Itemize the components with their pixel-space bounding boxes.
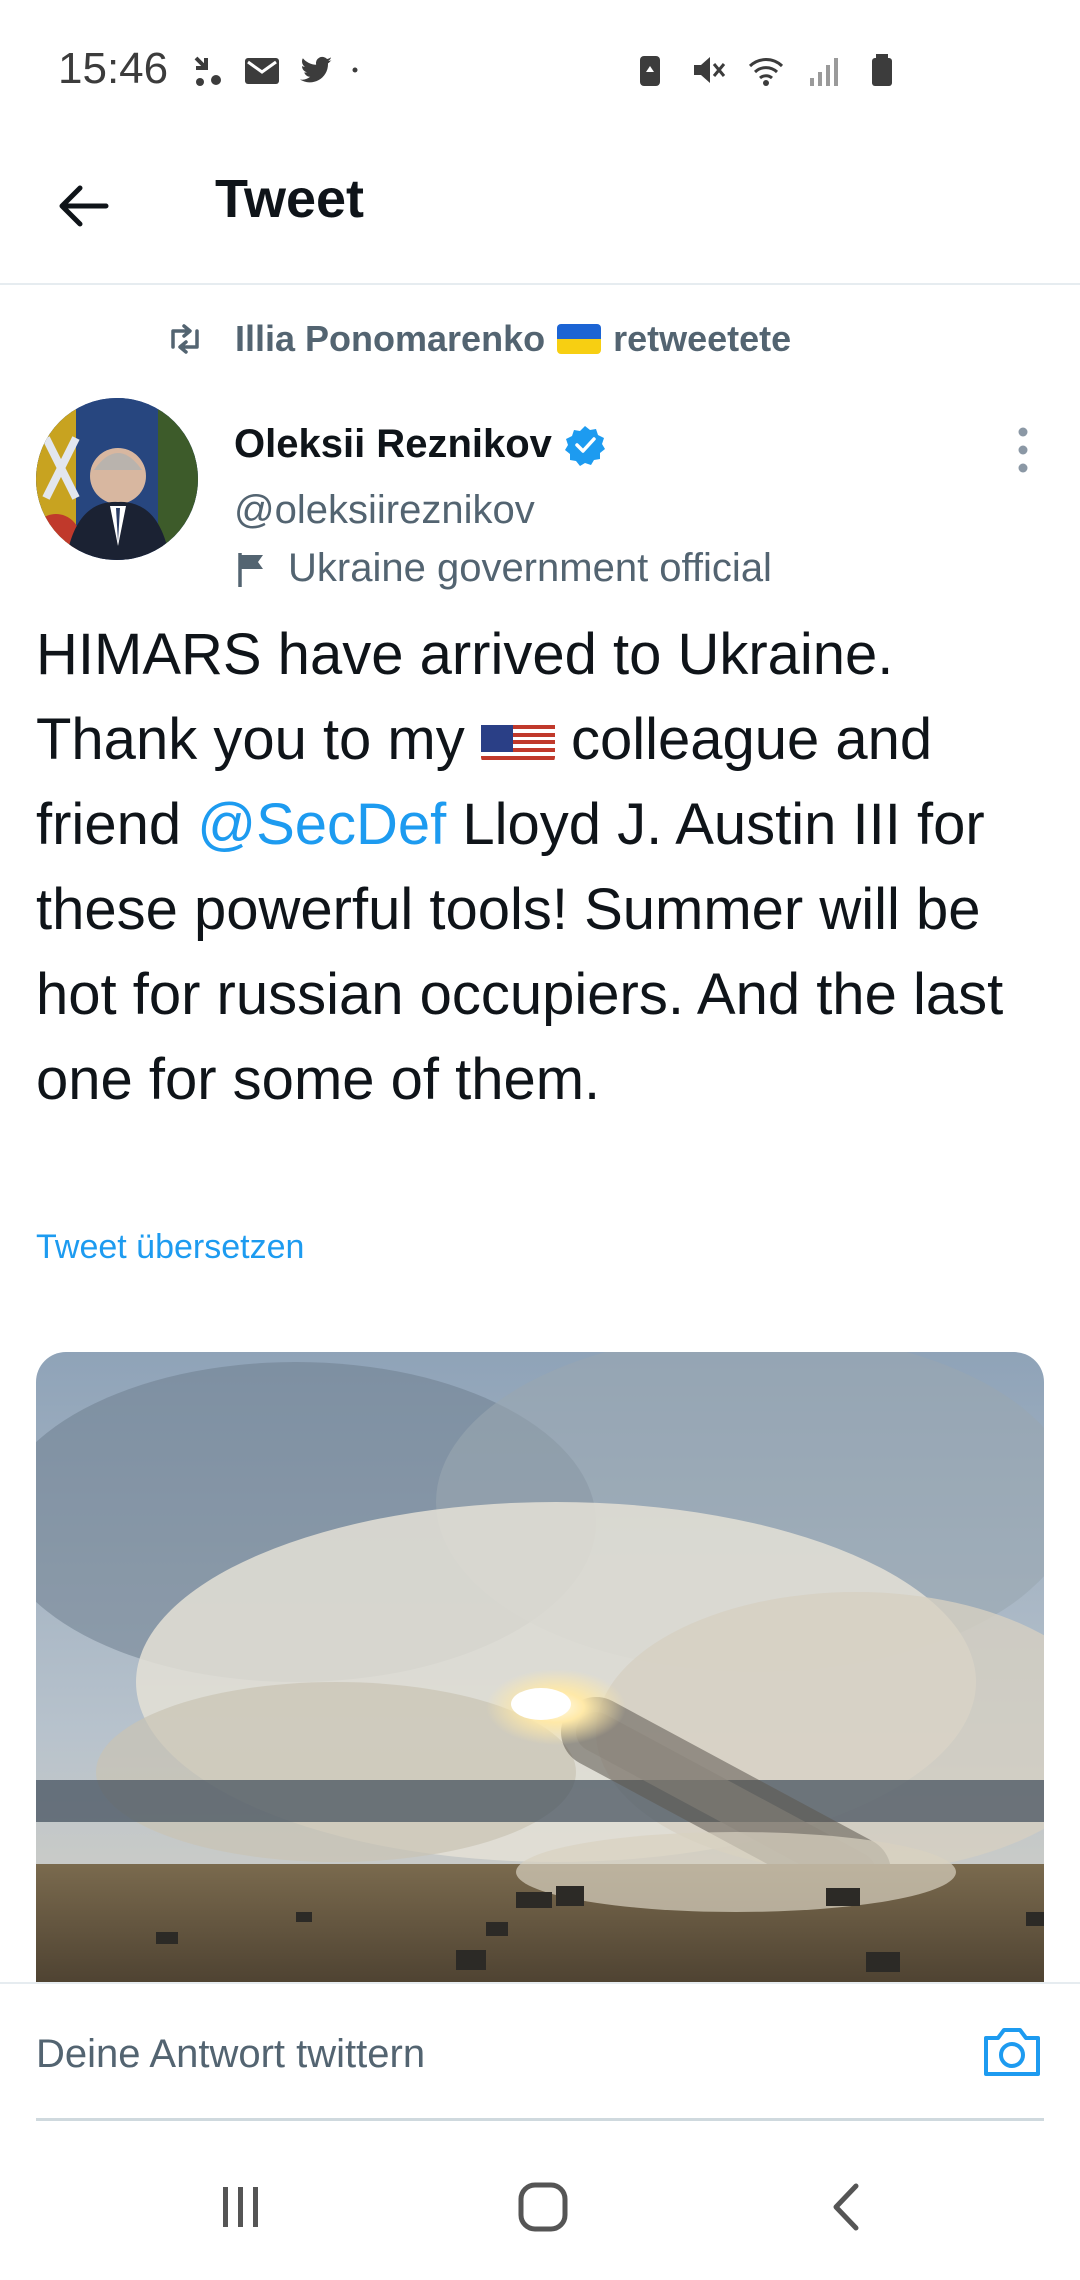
home-icon[interactable]: [508, 2172, 578, 2242]
reply-bar: [0, 1982, 1080, 2122]
flag-icon: [238, 552, 263, 587]
author-name-text: Oleksii Reznikov: [234, 422, 552, 466]
us-flag-icon: [480, 713, 555, 763]
wifi-icon: [748, 58, 784, 86]
avatar[interactable]: [36, 398, 198, 560]
tweet-media-photo[interactable]: [36, 1352, 1044, 1982]
reply-input[interactable]: [36, 2014, 956, 2094]
mail-icon: [245, 58, 279, 84]
ukraine-flag-icon: [557, 324, 602, 354]
recent-apps-icon[interactable]: [206, 2172, 276, 2242]
retweet-icon: [171, 324, 199, 354]
government-label: Ukraine government official: [234, 546, 772, 591]
status-notification-icons: [188, 50, 370, 90]
author-name[interactable]: Oleksii Reznikov: [234, 422, 606, 467]
battery-saver-icon: [640, 56, 660, 86]
more-options-icon[interactable]: [1008, 420, 1038, 480]
mute-icon: [694, 57, 726, 83]
page-title: Tweet: [215, 169, 365, 229]
battery-icon: [872, 54, 892, 86]
system-navigation-bar: [0, 2130, 1080, 2280]
status-time: 15:46: [58, 44, 169, 93]
twitter-bird-icon: [300, 56, 332, 83]
translate-tweet-link[interactable]: Tweet übersetzen: [36, 1228, 304, 1267]
status-system-icons: [630, 50, 902, 90]
retweet-action-label: retweetete: [613, 318, 792, 359]
avatar-image: [36, 398, 198, 560]
status-bar: 15:46: [0, 0, 1080, 140]
signal-icon: [810, 58, 838, 86]
missed-call-icon: [194, 56, 221, 86]
rocket-launch-photo: [36, 1352, 1044, 1982]
arrow-left-icon[interactable]: [52, 174, 116, 238]
back-nav-icon[interactable]: [812, 2172, 882, 2242]
retweet-context[interactable]: Illia Ponomarenko retweetete: [165, 318, 791, 360]
government-label-text: Ukraine government official: [288, 546, 772, 590]
app-header: Tweet: [0, 140, 1080, 285]
camera-icon[interactable]: [978, 2018, 1046, 2086]
tweet-text: HIMARS have arrived to Ukraine. Thank yo…: [36, 612, 1046, 1122]
author-handle[interactable]: @oleksiireznikov: [234, 488, 535, 533]
mention-link[interactable]: @SecDef: [197, 792, 446, 857]
verified-badge-icon: [564, 425, 605, 466]
reply-divider: [36, 2118, 1044, 2121]
dot-icon: [352, 67, 358, 73]
retweeter-name: Illia Ponomarenko: [235, 318, 546, 359]
